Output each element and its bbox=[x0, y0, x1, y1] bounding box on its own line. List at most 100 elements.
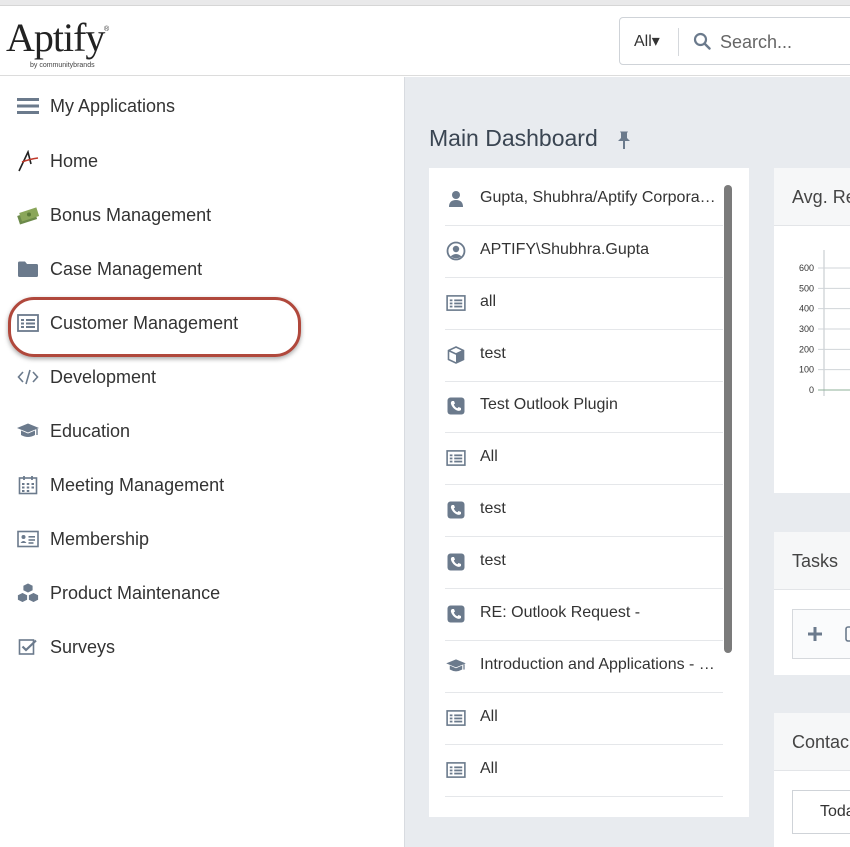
chart-card-header: Avg. Re bbox=[774, 168, 850, 226]
list-item[interactable]: all bbox=[445, 278, 723, 330]
sidebar-item-home[interactable]: Home bbox=[0, 139, 405, 183]
sidebar: My Applications Home Bonus Management Ca… bbox=[0, 77, 405, 847]
list-item-label: RE: Outlook Request - bbox=[480, 604, 641, 621]
list-item[interactable]: Test Outlook Plugin bbox=[445, 381, 723, 433]
list-item[interactable]: APTIFY\Shubhra.Gupta bbox=[445, 226, 723, 278]
graduation-cap-icon bbox=[445, 656, 467, 676]
today-button-label: Toda bbox=[820, 803, 850, 820]
sidebar-item-my-applications[interactable]: My Applications bbox=[0, 84, 405, 128]
list-item-label: Test Outlook Plugin bbox=[480, 396, 618, 413]
phone-icon bbox=[445, 500, 467, 520]
sidebar-item-label: My Applications bbox=[50, 95, 176, 116]
sidebar-item-label: Surveys bbox=[50, 636, 116, 657]
phone-icon bbox=[445, 552, 467, 572]
logo-subtitle: by communitybrands bbox=[30, 62, 95, 69]
sidebar-item-product-maintenance[interactable]: Product Maintenance bbox=[0, 571, 405, 615]
list-item-label: APTIFY\Shubhra.Gupta bbox=[480, 241, 649, 258]
chart-y-tick-label: 100 bbox=[799, 365, 814, 375]
list-item[interactable]: test bbox=[445, 537, 723, 589]
list-item-label: all bbox=[480, 293, 497, 310]
folder-icon bbox=[16, 258, 40, 280]
sidebar-item-label: Development bbox=[50, 366, 157, 387]
tasks-toolbar-icon[interactable] bbox=[845, 626, 850, 644]
list-item[interactable]: All bbox=[445, 693, 723, 745]
chart-y-tick-label: 0 bbox=[809, 385, 814, 395]
list-item[interactable]: All bbox=[445, 745, 723, 797]
sidebar-item-bonus-management[interactable]: Bonus Management bbox=[0, 193, 405, 237]
aptify-logo-icon bbox=[16, 150, 40, 172]
sidebar-item-label: Meeting Management bbox=[50, 474, 225, 495]
tasks-toolbar bbox=[792, 609, 850, 659]
list-item-label: Introduction and Applications - … bbox=[480, 656, 715, 673]
sidebar-item-education[interactable]: Education bbox=[0, 409, 405, 453]
calendar-icon bbox=[16, 474, 40, 496]
global-search: All▾ bbox=[619, 17, 850, 65]
list-item[interactable]: All bbox=[445, 433, 723, 485]
graduation-cap-icon bbox=[16, 420, 40, 442]
list-scrollbar[interactable] bbox=[724, 185, 732, 817]
list-item[interactable]: test bbox=[445, 485, 723, 537]
chart-card: Avg. Re 600 500 400 300 200 100 0 bbox=[774, 168, 850, 493]
chart-y-tick-label: 300 bbox=[799, 324, 814, 334]
search-icon[interactable] bbox=[693, 32, 711, 50]
chart-area: 600 500 400 300 200 100 0 bbox=[774, 226, 850, 493]
chart-y-tick-label: 600 bbox=[799, 263, 814, 273]
sidebar-item-label: Membership bbox=[50, 528, 150, 549]
money-icon bbox=[16, 204, 40, 226]
scrollbar-thumb[interactable] bbox=[724, 185, 732, 653]
page-title: Main Dashboard bbox=[429, 125, 598, 151]
list-item[interactable]: RE: Outlook Request - bbox=[445, 589, 723, 641]
sidebar-item-surveys[interactable]: Surveys bbox=[0, 625, 405, 669]
annotation-highlight-circle bbox=[8, 297, 301, 357]
contacts-card-header: Contac bbox=[774, 713, 850, 771]
sidebar-item-development[interactable]: Development bbox=[0, 355, 405, 399]
contacts-card: Contac Toda bbox=[774, 713, 850, 847]
person-icon bbox=[445, 189, 467, 209]
header-bar: Aptify ® by communitybrands All▾ bbox=[0, 6, 850, 76]
list-item-label: test bbox=[480, 345, 506, 362]
add-task-icon[interactable] bbox=[807, 626, 823, 642]
list-icon bbox=[445, 293, 467, 313]
hamburger-menu-icon bbox=[16, 95, 40, 117]
list-item-label: test bbox=[480, 552, 506, 569]
phone-icon bbox=[445, 396, 467, 416]
aptify-logo[interactable]: Aptify ® by communitybrands bbox=[6, 16, 116, 72]
list-item-label: test bbox=[480, 500, 506, 517]
list-icon bbox=[445, 448, 467, 468]
logo-text: Aptify bbox=[6, 15, 105, 60]
chart-y-tick-label: 400 bbox=[799, 304, 814, 314]
sidebar-item-meeting-management[interactable]: Meeting Management bbox=[0, 463, 405, 507]
list-icon bbox=[445, 708, 467, 728]
list-item-label: Gupta, Shubhra/Aptify Corpora… bbox=[480, 189, 716, 206]
list-item[interactable]: test bbox=[445, 330, 723, 382]
search-scope-dropdown[interactable]: All▾ bbox=[634, 31, 660, 51]
list-item[interactable]: Gupta, Shubhra/Aptify Corpora… bbox=[445, 174, 723, 226]
cube-icon bbox=[445, 345, 467, 365]
sidebar-item-label: Bonus Management bbox=[50, 204, 212, 225]
chart-y-tick-label: 200 bbox=[799, 344, 814, 354]
tasks-card: Tasks bbox=[774, 532, 850, 675]
cubes-icon bbox=[16, 582, 40, 604]
list-icon bbox=[445, 760, 467, 780]
chart-y-tick-label: 500 bbox=[799, 283, 814, 293]
contacts-card-title: Contac bbox=[792, 732, 850, 752]
list-item-label: All bbox=[480, 448, 498, 465]
recent-items-panel: Gupta, Shubhra/Aptify Corpora… APTIFY\Sh… bbox=[429, 168, 749, 817]
checkbox-icon bbox=[16, 636, 40, 658]
list-item-label: All bbox=[480, 760, 498, 777]
chart-svg: 600 500 400 300 200 100 0 bbox=[799, 250, 850, 396]
list-item[interactable]: Introduction and Applications - … bbox=[445, 641, 723, 693]
today-button[interactable]: Toda bbox=[792, 790, 850, 834]
sidebar-item-case-management[interactable]: Case Management bbox=[0, 247, 405, 291]
sidebar-item-label: Case Management bbox=[50, 258, 203, 279]
pin-icon[interactable] bbox=[616, 130, 632, 150]
search-input[interactable] bbox=[720, 29, 850, 55]
search-divider bbox=[678, 28, 679, 56]
id-card-icon bbox=[16, 528, 40, 550]
sidebar-item-label: Education bbox=[50, 420, 131, 441]
tasks-card-header: Tasks bbox=[774, 532, 850, 590]
chart-card-title: Avg. Re bbox=[792, 187, 850, 207]
logo-registered-mark: ® bbox=[104, 26, 110, 33]
sidebar-item-membership[interactable]: Membership bbox=[0, 517, 405, 561]
sidebar-item-label: Product Maintenance bbox=[50, 582, 221, 603]
